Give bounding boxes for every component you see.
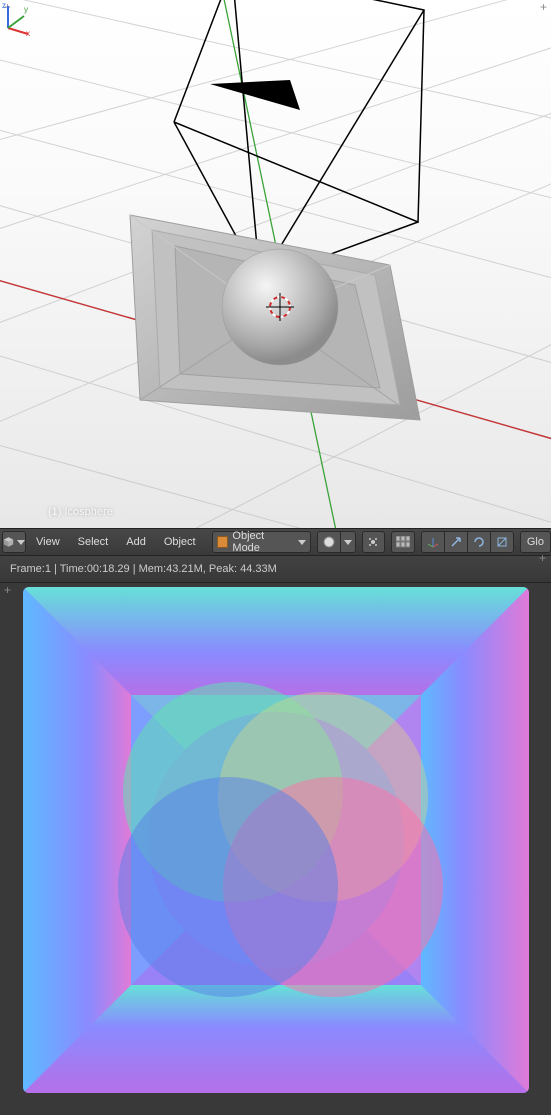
svg-text:y: y (24, 5, 28, 14)
rotate-icon (473, 536, 485, 548)
axis-gizmo: x y z (0, 0, 36, 36)
menu-add[interactable]: Add (118, 533, 154, 551)
scale-icon (496, 536, 508, 548)
svg-text:z: z (2, 1, 6, 10)
widget-axis-icon (427, 536, 439, 548)
viewport-shading-button[interactable] (317, 531, 341, 553)
manipulator-scale[interactable] (491, 531, 514, 553)
pivot-point-button[interactable] (362, 531, 386, 553)
layers-button[interactable] (391, 531, 415, 553)
3d-viewport[interactable]: + (0, 0, 551, 528)
orientation-label: Glo (527, 536, 544, 548)
rendered-normal-map-image (23, 587, 529, 1093)
menu-select[interactable]: Select (70, 533, 117, 551)
viewport-shading-caret[interactable] (341, 531, 356, 553)
render-stats: Frame:1 | Time:00:18.29 | Mem:43.21M, Pe… (10, 563, 277, 575)
manipulator-rotate[interactable] (468, 531, 491, 553)
arrow-icon (450, 536, 462, 548)
split-region-handle[interactable]: + (2, 585, 13, 596)
mode-label: Object Mode (232, 530, 293, 554)
active-object-label: (1) Icosphere (48, 506, 113, 518)
info-header: Frame:1 | Time:00:18.29 | Mem:43.21M, Pe… (0, 556, 551, 583)
3d-view-header: View Select Add Object Object Mode (0, 528, 551, 556)
split-region-handle[interactable]: + (538, 2, 549, 13)
menu-view[interactable]: View (28, 533, 68, 551)
image-editor[interactable]: + (0, 583, 551, 1115)
editor-type-selector[interactable] (2, 531, 26, 553)
layers-icon (396, 536, 410, 548)
manipulator-translate[interactable] (445, 531, 468, 553)
transform-orientation-normal[interactable] (421, 531, 445, 553)
viewport-canvas (0, 0, 551, 528)
mode-dropdown[interactable]: Object Mode (212, 531, 311, 553)
svg-text:x: x (26, 29, 30, 36)
sphere-shaded-icon (323, 536, 335, 548)
menu-object[interactable]: Object (156, 533, 204, 551)
cube-icon (3, 535, 14, 549)
object-mode-icon (217, 536, 229, 548)
orientation-dropdown[interactable]: Glo (520, 531, 551, 553)
pivot-icon (367, 536, 379, 548)
split-region-handle[interactable]: + (537, 553, 548, 564)
